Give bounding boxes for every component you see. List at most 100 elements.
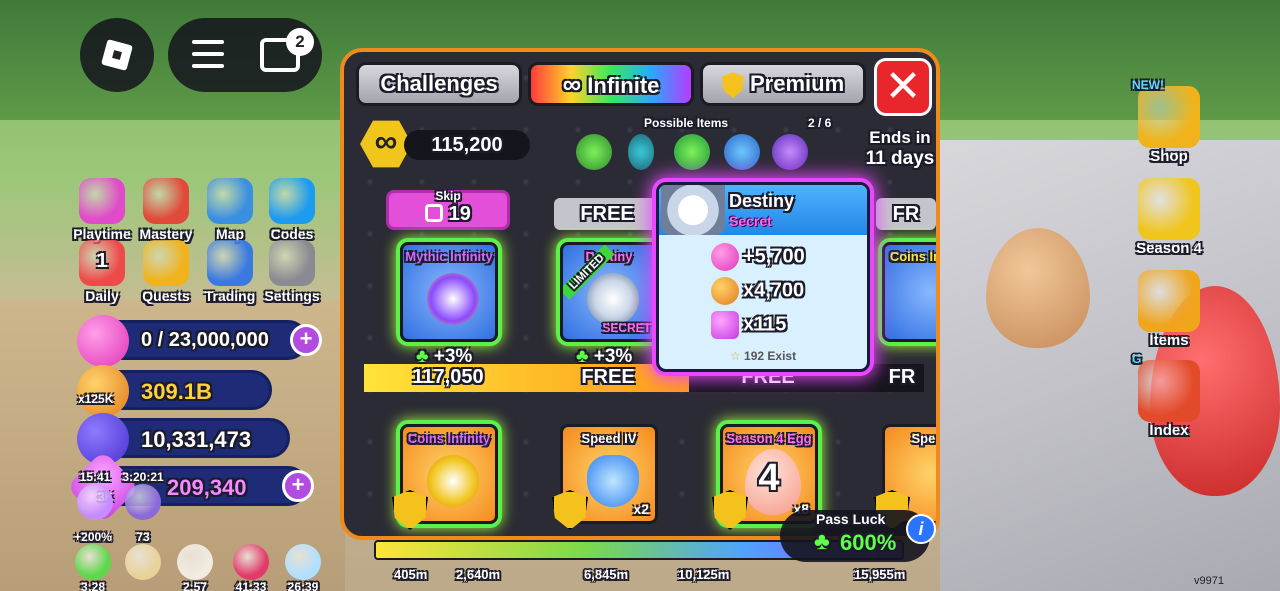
pet-slot-top-text: 3:20:21	[122, 470, 164, 484]
hud-button-mastery[interactable]: Mastery	[134, 178, 198, 242]
hud-button-quests[interactable]: Quests	[134, 240, 198, 304]
tickets-value: 10,331,473	[141, 427, 252, 452]
shield-icon	[721, 72, 744, 99]
rocket-icon	[143, 178, 189, 224]
coin-icon	[711, 277, 739, 305]
pet-slot-bottom-text: 41:33	[235, 580, 267, 591]
tab-premium[interactable]: Premium	[700, 62, 866, 106]
destiny-pet-icon	[661, 185, 725, 235]
equipped-pet-slot[interactable]: 3:20:21	[118, 470, 168, 520]
gem-icon	[711, 311, 739, 339]
notification-badge: 2	[286, 28, 314, 56]
pet-icon	[285, 544, 321, 580]
hud-button-daily[interactable]: 1 Daily	[70, 240, 134, 304]
gem-ball-plus-button[interactable]: +	[290, 324, 322, 356]
roblox-logo-icon	[101, 39, 133, 71]
coin-icon	[77, 365, 129, 417]
possible-items-title: Possible Items	[644, 116, 729, 130]
roblox-menu-button[interactable]	[80, 18, 154, 92]
trade-arrows-icon	[207, 240, 253, 286]
world-distance-label: 10,125m	[678, 567, 730, 582]
hud-button-trading[interactable]: Trading	[198, 240, 262, 304]
hud-button-label: Shop	[1150, 148, 1188, 165]
gem-ball-value: 0 / 23,000,000	[141, 329, 269, 351]
clover-icon: ♣	[814, 528, 830, 555]
possible-item-pet[interactable]	[628, 134, 654, 170]
world-distance-label: 15,955m	[854, 567, 906, 582]
reward-name: Coins Infinity	[889, 249, 940, 264]
skip-cost: 19	[389, 203, 507, 226]
hud-button-shop[interactable]: NEW! Shop	[1124, 78, 1214, 165]
possible-item-pet[interactable]	[576, 134, 612, 170]
tooltip-pet-name: Destiny	[729, 191, 795, 211]
ends-in-timer: Ends in 11 days	[858, 128, 936, 170]
possible-items-count: 2 / 6	[808, 116, 832, 130]
pink-ball-icon	[711, 243, 739, 271]
secret-tag: SECRET	[602, 321, 651, 335]
pass-luck-value: 600%	[840, 530, 897, 555]
infinity-icon: ∞	[562, 69, 582, 99]
equipped-pet-slot[interactable]: 26:39	[278, 530, 328, 591]
tooltip-stat-balls: +5,700	[711, 243, 805, 271]
pet-icon	[233, 544, 269, 580]
reward-name: Speed	[911, 431, 936, 446]
close-button[interactable]: ✕	[874, 58, 932, 116]
tab-challenges[interactable]: Challenges	[356, 62, 522, 106]
possible-item-pet[interactable]	[674, 134, 710, 170]
equipped-pet-slot[interactable]: 15:41	[70, 470, 120, 520]
hud-button-index[interactable]: G Index	[1124, 352, 1214, 439]
free-tier-header: FREE	[554, 198, 660, 230]
tooltip-stat-value: x4,700	[743, 279, 805, 302]
hud-button-settings[interactable]: Settings	[260, 240, 324, 304]
hud-button-playtime[interactable]: Playtime	[70, 178, 134, 242]
pet-slot-top-text	[170, 530, 220, 544]
pet-icon	[125, 484, 161, 520]
tooltip-stat-value: x115	[743, 313, 787, 336]
coins-multiplier: x125K	[78, 392, 114, 406]
reward-name: Speed IV	[581, 431, 637, 446]
tooltip-stat-gems: x115	[711, 311, 786, 339]
skip-button[interactable]: Skip 19	[386, 189, 510, 230]
hud-button-season-4[interactable]: Season 4	[1124, 178, 1214, 257]
pet-slot-bottom-text: 3:28	[80, 580, 106, 591]
reward-card-mythic-infinity[interactable]: Mythic Infinity	[400, 242, 498, 342]
info-icon[interactable]: i	[906, 514, 936, 544]
possible-item-pet[interactable]	[772, 134, 808, 170]
hud-button-codes[interactable]: Codes	[260, 178, 324, 242]
world-distance-label: 2,640m	[456, 567, 501, 582]
possible-item-pet[interactable]	[724, 134, 760, 170]
free-marker: FREE	[581, 366, 635, 388]
pet-slot-bottom-text: 2:57	[182, 580, 208, 591]
box-icon	[1138, 270, 1200, 332]
tab-infinite-label: Infinite	[587, 73, 660, 98]
reward-card-coins-infinity[interactable]: Coins Infinity	[882, 242, 940, 342]
hud-badge: NEW!	[1132, 78, 1164, 92]
tooltip-pet-rarity: Secret	[729, 213, 772, 229]
world-distance-label: 6,845m	[584, 567, 629, 582]
pet-tooltip: Destiny Secret +5,700 x4,700 x115 ☆ 192 …	[656, 182, 870, 372]
equipped-pet-slot[interactable]: 2:57	[170, 530, 220, 591]
tickets-currency-bar: 10,331,473	[77, 413, 290, 465]
reward-card-destiny[interactable]: Destiny LIMITED SECRET	[560, 242, 658, 342]
pet-slot-top-text	[278, 530, 328, 544]
pet-icon	[177, 544, 213, 580]
tooltip-exist-count: ☆ 192 Exist	[659, 349, 867, 363]
hud-button-label: Daily	[85, 288, 119, 304]
equipped-pet-slot[interactable]: 41:33	[226, 530, 276, 591]
potion-icon	[587, 455, 639, 507]
tooltip-stat-value: +5,700	[743, 245, 805, 268]
globe-icon	[207, 178, 253, 224]
pet-icon	[125, 544, 161, 580]
gems-plus-button[interactable]: +	[282, 470, 314, 502]
version-label: v9971	[1194, 575, 1224, 587]
gear-icon	[269, 240, 315, 286]
tab-infinite[interactable]: ∞ Infinite	[528, 62, 694, 106]
infinity-token-balance: 115,200	[404, 130, 530, 160]
reward-name: Season 4 Egg	[726, 431, 812, 446]
pet-icon	[77, 484, 113, 520]
hud-button-map[interactable]: Map	[198, 178, 262, 242]
equipped-pet-slot[interactable]: 73	[118, 530, 168, 580]
equipped-pet-slot[interactable]: +200% 3:28	[68, 530, 118, 591]
hamburger-menu-icon[interactable]	[192, 40, 224, 70]
hud-button-items[interactable]: Items	[1124, 270, 1214, 349]
